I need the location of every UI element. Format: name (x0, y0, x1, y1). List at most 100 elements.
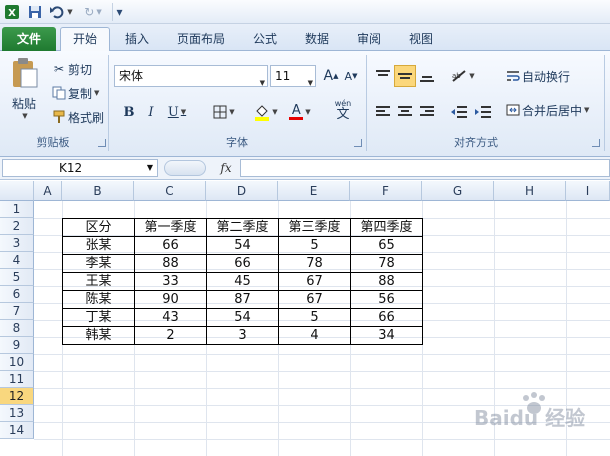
tab-formulas[interactable]: 公式 (244, 28, 286, 50)
table-cell[interactable]: 4 (278, 326, 351, 345)
formula-input[interactable] (240, 159, 610, 177)
font-launcher-icon[interactable] (354, 139, 362, 147)
row-header[interactable]: 5 (0, 269, 34, 286)
row-header[interactable]: 14 (0, 422, 34, 439)
table-cell[interactable]: 第三季度 (278, 218, 351, 237)
column-header-c[interactable]: C (134, 181, 206, 201)
table-cell[interactable]: 56 (350, 290, 423, 309)
table-cell[interactable]: 李某 (62, 254, 135, 273)
table-cell[interactable]: 第一季度 (134, 218, 207, 237)
column-header-d[interactable]: D (206, 181, 278, 201)
table-cell[interactable]: 45 (206, 272, 279, 291)
select-all-corner[interactable] (0, 181, 34, 201)
tab-data[interactable]: 数据 (296, 28, 338, 50)
save-icon[interactable] (26, 3, 44, 21)
align-top-button[interactable] (372, 65, 394, 87)
row-header[interactable]: 1 (0, 201, 34, 218)
row-header[interactable]: 2 (0, 218, 34, 235)
column-header-g[interactable]: G (422, 181, 494, 201)
tab-view[interactable]: 视图 (400, 28, 442, 50)
increase-indent-button[interactable] (472, 101, 494, 123)
grow-font-button[interactable]: A ▲ (320, 65, 342, 87)
table-cell[interactable]: 54 (206, 236, 279, 255)
table-cell[interactable]: 张某 (62, 236, 135, 255)
table-cell[interactable]: 67 (278, 272, 351, 291)
borders-button[interactable]: ▼ (208, 101, 240, 123)
row-header[interactable]: 3 (0, 235, 34, 252)
bold-button[interactable]: B (118, 101, 140, 123)
tab-insert[interactable]: 插入 (114, 28, 160, 50)
row-header[interactable]: 8 (0, 320, 34, 337)
cut-button[interactable]: ✂ 剪切 (50, 59, 92, 79)
column-header-b[interactable]: B (62, 181, 134, 201)
redo-button[interactable]: ↻ ▼ (80, 3, 106, 21)
table-cell[interactable]: 88 (134, 254, 207, 273)
align-bottom-button[interactable] (416, 65, 438, 87)
column-header-h[interactable]: H (494, 181, 566, 201)
wrap-text-button[interactable]: 自动换行 (504, 66, 570, 86)
row-header-active[interactable]: 12 (0, 388, 34, 405)
tab-page-layout[interactable]: 页面布局 (168, 28, 234, 50)
table-cell[interactable]: 65 (350, 236, 423, 255)
shrink-font-button[interactable]: A ▼ (340, 65, 362, 87)
table-cell[interactable]: 87 (206, 290, 279, 309)
align-left-button[interactable] (372, 101, 394, 123)
table-cell[interactable]: 34 (350, 326, 423, 345)
font-size-combo[interactable]: 11 ▼ (270, 65, 316, 87)
tab-file[interactable]: 文件 (2, 27, 56, 51)
align-right-button[interactable] (416, 101, 438, 123)
table-cell[interactable]: 5 (278, 236, 351, 255)
fill-color-button[interactable]: ▼ (250, 101, 282, 123)
table-cell[interactable]: 陈某 (62, 290, 135, 309)
table-cell[interactable]: 韩某 (62, 326, 135, 345)
column-header-f[interactable]: F (350, 181, 422, 201)
table-cell[interactable]: 丁某 (62, 308, 135, 327)
table-cell[interactable]: 66 (206, 254, 279, 273)
row-header[interactable]: 13 (0, 405, 34, 422)
align-center-button[interactable] (394, 101, 416, 123)
phonetic-button[interactable]: wén 文 (326, 99, 360, 121)
copy-button[interactable]: 复制 ▼ (50, 83, 99, 103)
table-cell[interactable]: 88 (350, 272, 423, 291)
table-cell[interactable]: 3 (206, 326, 279, 345)
format-painter-button[interactable]: 格式刷 (50, 107, 104, 127)
row-header[interactable]: 11 (0, 371, 34, 388)
table-cell[interactable]: 66 (134, 236, 207, 255)
table-cell[interactable]: 54 (206, 308, 279, 327)
insert-function-button[interactable]: fx (214, 159, 238, 177)
table-cell[interactable]: 区分 (62, 218, 135, 237)
column-header-e[interactable]: E (278, 181, 350, 201)
table-cell[interactable]: 67 (278, 290, 351, 309)
merge-center-button[interactable]: 合并后居中 ▼ (504, 100, 589, 120)
table-cell[interactable]: 王某 (62, 272, 135, 291)
undo-button[interactable]: ▼ (48, 3, 74, 21)
italic-button[interactable]: I (140, 101, 162, 123)
table-cell[interactable]: 66 (350, 308, 423, 327)
table-cell[interactable]: 2 (134, 326, 207, 345)
row-header[interactable]: 4 (0, 252, 34, 269)
table-cell[interactable]: 90 (134, 290, 207, 309)
name-box[interactable]: K12 ▼ (2, 159, 158, 177)
column-header-a[interactable]: A (34, 181, 62, 201)
table-cell[interactable]: 78 (278, 254, 351, 273)
row-header[interactable]: 7 (0, 303, 34, 320)
row-header[interactable]: 6 (0, 286, 34, 303)
column-header-i[interactable]: I (566, 181, 610, 201)
clipboard-launcher-icon[interactable] (98, 139, 106, 147)
row-header[interactable]: 9 (0, 337, 34, 354)
align-middle-button[interactable] (394, 65, 416, 87)
decrease-indent-button[interactable] (448, 101, 470, 123)
table-cell[interactable]: 43 (134, 308, 207, 327)
table-cell[interactable]: 78 (350, 254, 423, 273)
underline-button[interactable]: U ▼ (162, 101, 192, 123)
table-cell[interactable]: 第四季度 (350, 218, 423, 237)
font-name-combo[interactable]: 宋体 ▼ (114, 65, 268, 87)
table-cell[interactable]: 第二季度 (206, 218, 279, 237)
table-cell[interactable]: 33 (134, 272, 207, 291)
row-header[interactable]: 10 (0, 354, 34, 371)
orientation-button[interactable]: ab ▼ (448, 65, 478, 87)
name-box-splitter[interactable] (164, 160, 206, 176)
table-cell[interactable]: 5 (278, 308, 351, 327)
alignment-launcher-icon[interactable] (592, 139, 600, 147)
paste-button[interactable]: 粘贴 ▼ (6, 57, 42, 121)
